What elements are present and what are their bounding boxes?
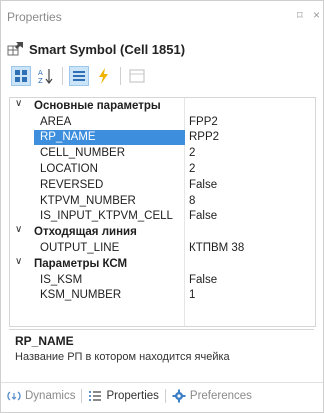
svg-text:A: A [38,69,43,77]
property-name: KTPVM_NUMBER [40,194,136,207]
property-value[interactable]: False [185,209,315,225]
panel-title: Properties [7,10,62,24]
chevron-down-icon[interactable]: ∨ [15,98,22,109]
gear-icon [172,389,186,403]
property-row[interactable]: CELL_NUMBER 2 [10,145,315,161]
category-row[interactable]: ∨ Основные параметры [10,98,315,114]
property-row[interactable]: IS_INPUT_KTPVM_CELL False [10,209,315,225]
properties-toolbar: A Z [11,65,152,87]
property-value[interactable]: 8 [185,193,315,209]
description-text: Название РП в котором находится ячейка [15,351,230,363]
property-value[interactable]: 2 [185,161,315,177]
property-row[interactable]: KTPVM_NUMBER 8 [10,193,315,209]
close-icon[interactable]: × [313,8,320,22]
tab-label: Properties [106,390,159,402]
property-row[interactable]: REVERSED False [10,177,315,193]
property-name: KSM_NUMBER [40,289,122,302]
property-name: CELL_NUMBER [40,147,125,160]
property-name: LOCATION [40,163,98,176]
property-value[interactable]: False [185,272,315,288]
property-row-selected[interactable]: RP_NAME RPP2 [10,129,315,146]
property-row[interactable]: LOCATION 2 [10,161,315,177]
selected-object-header: Smart Symbol (Cell 1851) [7,39,185,59]
category-row[interactable]: ∨ Параметры КСМ [10,256,315,272]
properties-list-icon [88,389,102,403]
property-name: RP_NAME [34,129,185,146]
property-value[interactable]: RPP2 [185,130,315,146]
tab-label: Dynamics [25,390,76,402]
toolbar-separator [120,67,121,85]
property-row[interactable]: IS_KSM False [10,272,315,288]
property-name: IS_KSM [40,273,83,286]
property-value[interactable]: FPP2 [185,114,315,130]
category-row[interactable]: ∨ Отходящая линия [10,224,315,240]
events-icon[interactable] [94,66,114,86]
chevron-down-icon[interactable]: ∨ [15,224,22,235]
property-name: OUTPUT_LINE [40,242,120,255]
smart-symbol-icon [7,41,25,57]
chevron-down-icon[interactable]: ∨ [15,256,22,267]
property-name: IS_INPUT_KTPVM_CELL [40,210,173,223]
svg-text:Z: Z [38,77,43,85]
category-label: Основные параметры [34,99,161,112]
tab-preferences[interactable]: Preferences [166,383,258,409]
bottom-tab-strip: Dynamics Properties Preferences [1,382,323,409]
property-row[interactable]: AREA FPP2 [10,114,315,130]
category-label: Параметры КСМ [34,257,128,270]
selected-object-title: Smart Symbol (Cell 1851) [29,41,186,57]
panel-titlebar: Properties ⌑ × [1,1,323,31]
property-description: RP_NAME Название РП в котором находится … [9,329,314,370]
property-row[interactable]: OUTPUT_LINE КТПВМ 38 [10,240,315,256]
tab-properties[interactable]: Properties [82,383,164,409]
property-name: REVERSED [40,178,104,191]
tab-dynamics[interactable]: Dynamics [1,383,81,409]
property-name: AREA [40,115,72,128]
property-pages-icon[interactable] [127,66,147,86]
property-value[interactable]: 1 [185,288,315,304]
property-value[interactable]: КТПВМ 38 [185,240,315,256]
property-row[interactable]: KSM_NUMBER 1 [10,288,315,304]
dynamics-icon [7,389,21,403]
properties-panel: Properties ⌑ × Smart Symbol (Cell 1851) [0,0,324,413]
categorized-icon[interactable] [11,66,31,86]
property-value[interactable]: 2 [185,145,315,161]
properties-icon[interactable] [69,66,89,86]
property-grid: ∨ Основные параметры AREA FPP2 RP_NAME R… [9,97,316,327]
alphabetical-icon[interactable]: A Z [36,66,56,86]
description-title: RP_NAME [15,334,74,348]
tab-label: Preferences [189,390,252,402]
toolbar-separator [62,67,63,85]
category-label: Отходящая линия [34,226,137,239]
property-value[interactable]: False [185,177,315,193]
pin-icon[interactable]: ⌑ [297,9,303,22]
